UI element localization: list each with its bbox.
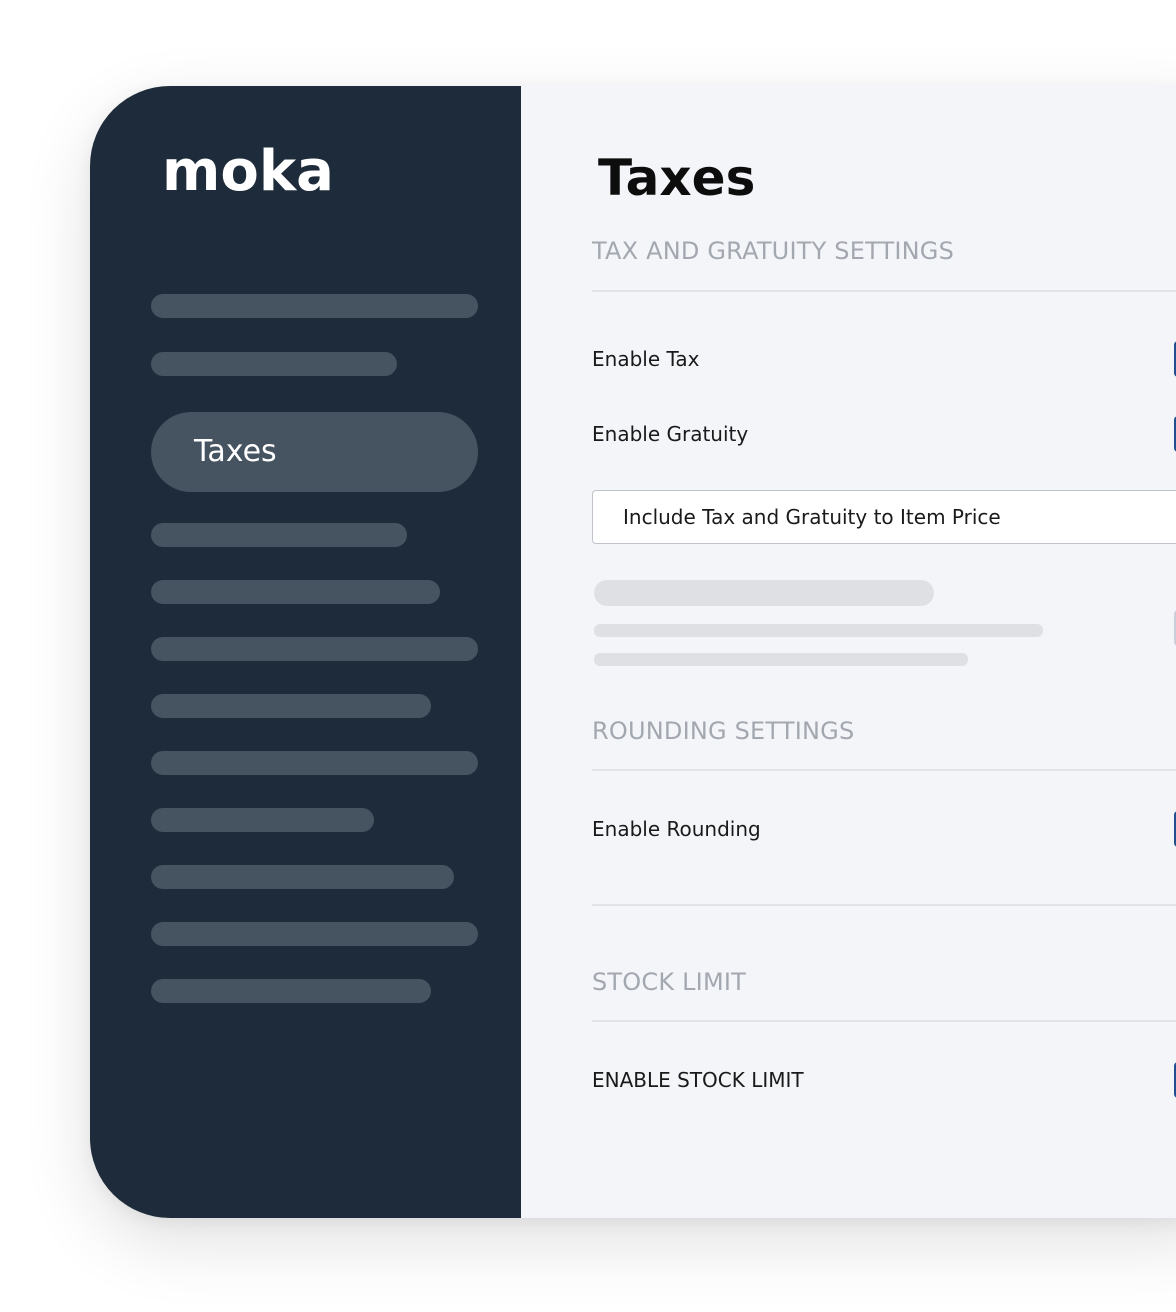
skeleton-line <box>594 624 1043 637</box>
sidebar-item-placeholder[interactable] <box>151 808 374 832</box>
section-heading-stock-limit: STOCK LIMIT <box>592 968 747 996</box>
tax-gratuity-mode-select[interactable]: Include Tax and Gratuity to Item Price <box>592 490 1176 544</box>
enable-rounding-label: Enable Rounding <box>592 817 761 841</box>
sidebar-item-placeholder[interactable] <box>151 922 478 946</box>
divider <box>592 904 1176 906</box>
sidebar-item-placeholder[interactable] <box>151 979 431 1003</box>
sidebar-item-placeholder[interactable] <box>151 352 397 376</box>
sidebar-item-taxes[interactable]: Taxes <box>151 412 478 492</box>
sidebar-item-label: Taxes <box>194 434 277 469</box>
sidebar-item-placeholder[interactable] <box>151 294 478 318</box>
sidebar-item-placeholder[interactable] <box>151 637 478 661</box>
section-heading-tax-gratuity: TAX AND GRATUITY SETTINGS <box>592 237 955 265</box>
section-heading-rounding: ROUNDING SETTINGS <box>592 717 855 745</box>
tax-gratuity-mode-value: Include Tax and Gratuity to Item Price <box>623 505 1001 529</box>
page-title: Taxes <box>598 149 756 207</box>
sidebar-item-placeholder[interactable] <box>151 523 407 547</box>
sidebar-item-placeholder[interactable] <box>151 694 431 718</box>
sidebar: moka Taxes <box>90 86 521 1218</box>
enable-tax-label: Enable Tax <box>592 347 700 371</box>
skeleton-title <box>594 580 934 606</box>
enable-stock-limit-label: ENABLE STOCK LIMIT <box>592 1068 804 1092</box>
divider <box>592 290 1176 292</box>
divider <box>592 1020 1176 1022</box>
skeleton-line <box>594 653 968 666</box>
moka-logo: moka <box>162 139 334 204</box>
sidebar-item-placeholder[interactable] <box>151 580 440 604</box>
enable-gratuity-label: Enable Gratuity <box>592 422 749 446</box>
sidebar-item-placeholder[interactable] <box>151 751 478 775</box>
sidebar-item-placeholder[interactable] <box>151 865 454 889</box>
app-window: moka Taxes Taxes TAX AND GRATUITY SETTIN… <box>90 86 1176 1218</box>
divider <box>592 769 1176 771</box>
main-content: Taxes TAX AND GRATUITY SETTINGS Enable T… <box>521 86 1176 1218</box>
